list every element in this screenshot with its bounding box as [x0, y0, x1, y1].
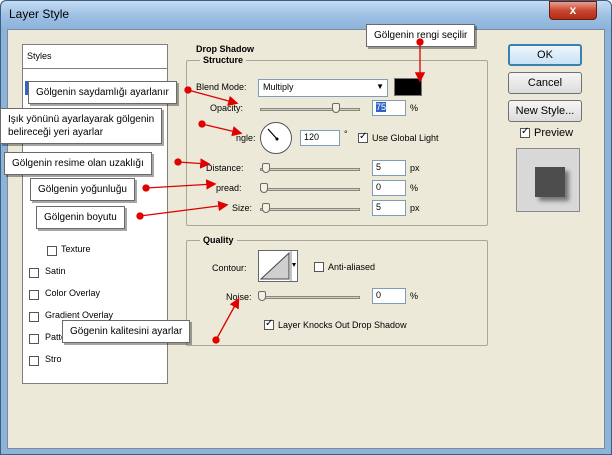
- arrow-distance: [177, 158, 211, 169]
- annotation-arrows: [136, 38, 426, 344]
- arrow-size: [139, 200, 229, 217]
- arrow-spread: [145, 179, 217, 190]
- arrow-angle: [201, 123, 243, 137]
- arrow-noise: [215, 297, 240, 341]
- arrow-opacity: [187, 89, 239, 106]
